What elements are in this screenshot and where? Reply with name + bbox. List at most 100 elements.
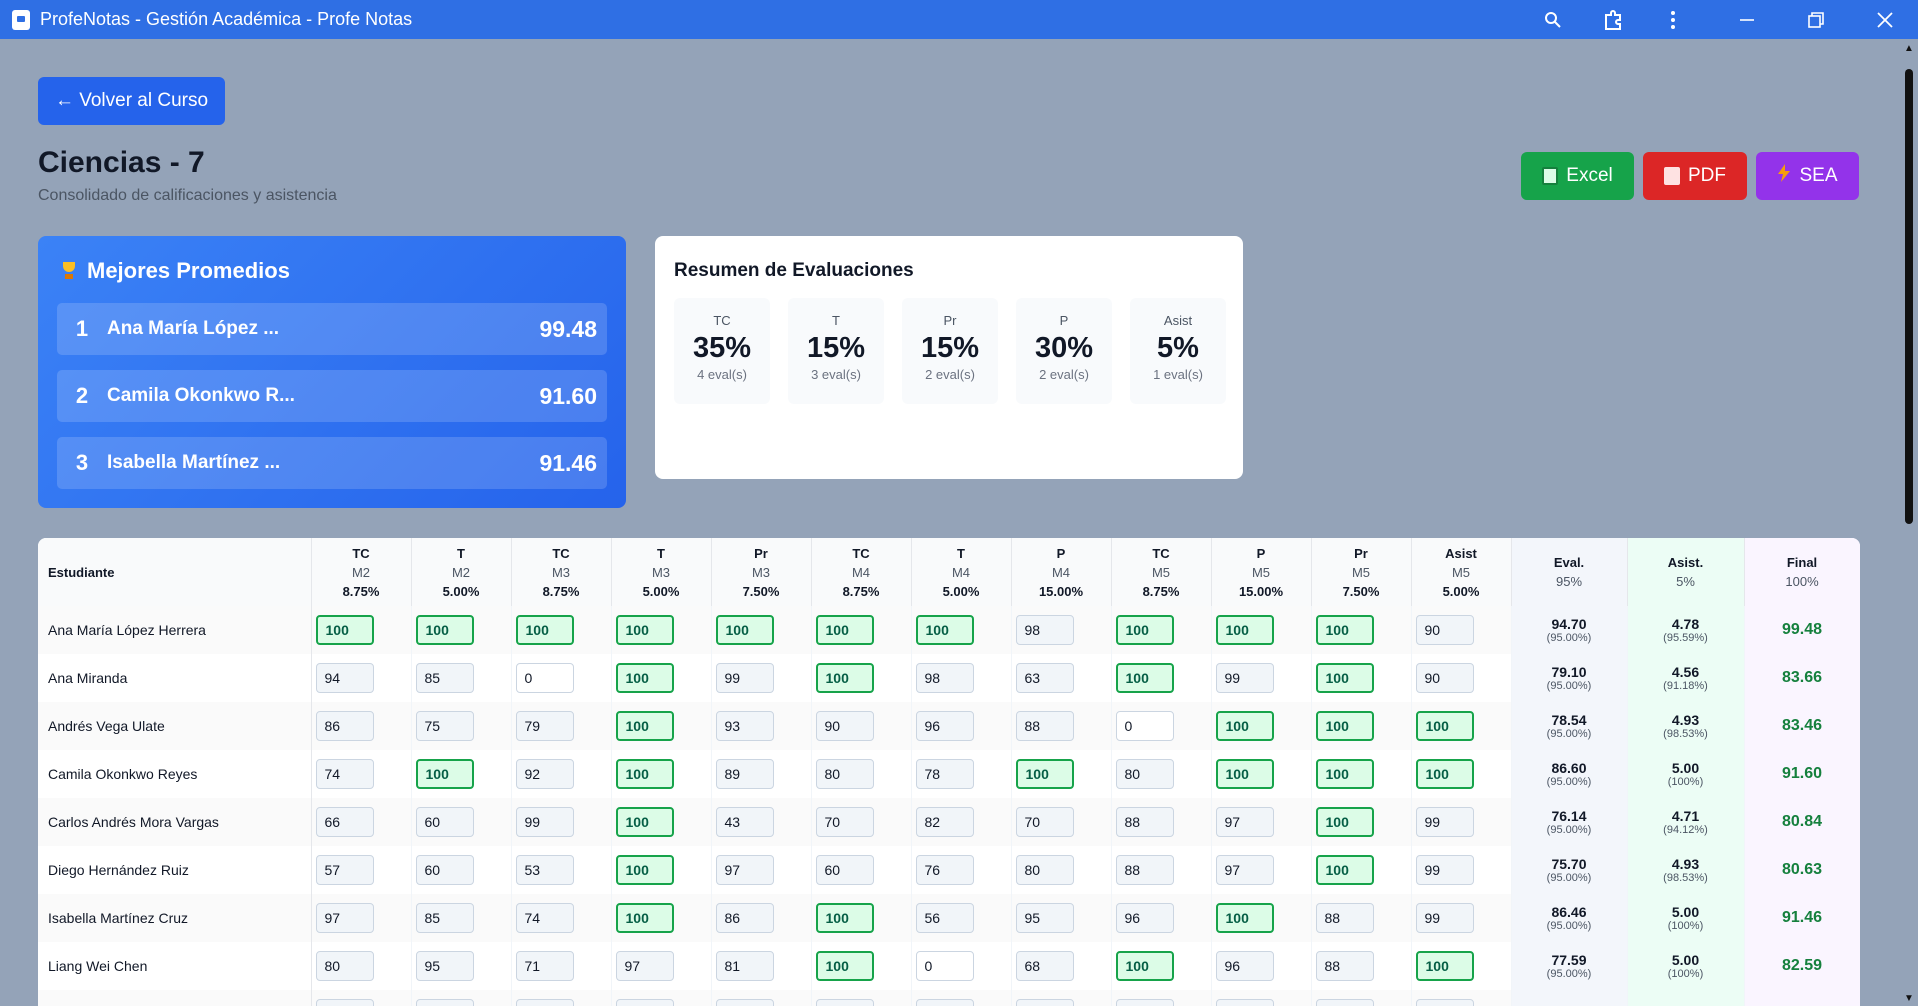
grade-input[interactable]: 100 [1215, 759, 1274, 789]
grade-input[interactable]: 89 [715, 759, 774, 789]
grade-input[interactable] [1215, 999, 1274, 1006]
grade-column-header[interactable]: T M2 5.00% [411, 538, 512, 606]
grade-input[interactable]: 82 [915, 807, 974, 837]
grade-input[interactable]: 80 [315, 951, 374, 981]
grade-input[interactable]: 88 [1315, 951, 1374, 981]
grade-input[interactable]: 100 [615, 759, 674, 789]
scroll-down-icon[interactable]: ▼ [1904, 993, 1914, 1004]
grade-input[interactable] [315, 999, 374, 1006]
grade-input[interactable]: 100 [1315, 711, 1374, 741]
grade-input[interactable]: 88 [1115, 855, 1174, 885]
grade-column-header[interactable]: TC M4 8.75% [811, 538, 912, 606]
grade-input[interactable]: 100 [1315, 807, 1374, 837]
grade-input[interactable]: 99 [1415, 807, 1474, 837]
grade-input[interactable]: 96 [1115, 903, 1174, 933]
grade-input[interactable]: 100 [915, 615, 974, 645]
grade-input[interactable]: 100 [815, 663, 874, 693]
grade-input[interactable]: 97 [615, 951, 674, 981]
grade-input[interactable]: 100 [1315, 759, 1374, 789]
vertical-scrollbar[interactable]: ▲ ▼ [1900, 39, 1918, 1006]
grade-input[interactable]: 60 [415, 807, 474, 837]
grade-input[interactable]: 75 [415, 711, 474, 741]
grade-input[interactable]: 100 [1415, 711, 1474, 741]
grade-input[interactable]: 93 [715, 711, 774, 741]
grade-input[interactable]: 81 [715, 951, 774, 981]
grade-input[interactable]: 99 [515, 807, 574, 837]
grade-input[interactable]: 92 [515, 759, 574, 789]
grade-input[interactable]: 100 [1215, 711, 1274, 741]
grade-input[interactable] [1315, 999, 1374, 1006]
grade-input[interactable]: 98 [1015, 615, 1074, 645]
grade-input[interactable]: 98 [915, 663, 974, 693]
grade-input[interactable]: 71 [515, 951, 574, 981]
grade-input[interactable]: 100 [715, 615, 774, 645]
grade-input[interactable]: 86 [315, 711, 374, 741]
grade-column-header[interactable]: TC M3 8.75% [511, 538, 612, 606]
back-to-course-button[interactable]: ← Volver al Curso [38, 77, 225, 125]
export-sea-button[interactable]: SEA [1756, 152, 1859, 200]
grade-input[interactable]: 68 [1015, 951, 1074, 981]
grade-input[interactable]: 97 [1215, 855, 1274, 885]
restore-icon[interactable] [1793, 0, 1839, 39]
grade-input[interactable]: 96 [1215, 951, 1274, 981]
minimize-icon[interactable] [1724, 0, 1770, 39]
grade-input[interactable]: 43 [715, 807, 774, 837]
grade-input[interactable]: 99 [1415, 903, 1474, 933]
grade-input[interactable] [1415, 999, 1474, 1006]
grade-input[interactable]: 78 [915, 759, 974, 789]
grade-input[interactable]: 100 [1215, 615, 1274, 645]
grade-input[interactable] [1115, 999, 1174, 1006]
extensions-icon[interactable] [1590, 0, 1636, 39]
grade-input[interactable]: 100 [1415, 951, 1474, 981]
grade-input[interactable]: 88 [1115, 807, 1174, 837]
grade-input[interactable]: 100 [415, 615, 474, 645]
grade-input[interactable]: 100 [1215, 903, 1274, 933]
close-icon[interactable] [1862, 0, 1908, 39]
grade-input[interactable]: 100 [1315, 663, 1374, 693]
grade-input[interactable]: 57 [315, 855, 374, 885]
grade-input[interactable]: 56 [915, 903, 974, 933]
grade-input[interactable]: 88 [1015, 711, 1074, 741]
grade-input[interactable]: 0 [1115, 711, 1174, 741]
grade-input[interactable]: 100 [515, 615, 574, 645]
grade-input[interactable] [515, 999, 574, 1006]
more-icon[interactable] [1650, 0, 1696, 39]
grade-input[interactable]: 86 [715, 903, 774, 933]
grade-input[interactable]: 100 [615, 807, 674, 837]
grade-column-header[interactable]: P M4 15.00% [1011, 538, 1112, 606]
grade-column-header[interactable]: T M4 5.00% [911, 538, 1012, 606]
grade-input[interactable]: 63 [1015, 663, 1074, 693]
grade-input[interactable] [415, 999, 474, 1006]
grade-input[interactable]: 76 [915, 855, 974, 885]
grade-input[interactable]: 96 [915, 711, 974, 741]
grade-input[interactable]: 85 [415, 663, 474, 693]
grade-input[interactable]: 60 [415, 855, 474, 885]
grade-input[interactable] [815, 999, 874, 1006]
grade-input[interactable]: 99 [1215, 663, 1274, 693]
grade-input[interactable]: 100 [815, 615, 874, 645]
grade-input[interactable]: 95 [1015, 903, 1074, 933]
grade-input[interactable]: 100 [1315, 615, 1374, 645]
grade-input[interactable] [1015, 999, 1074, 1006]
grade-input[interactable]: 66 [315, 807, 374, 837]
grade-input[interactable]: 90 [815, 711, 874, 741]
grade-input[interactable]: 53 [515, 855, 574, 885]
grade-input[interactable]: 100 [815, 903, 874, 933]
grade-input[interactable]: 100 [1415, 759, 1474, 789]
grade-input[interactable]: 95 [415, 951, 474, 981]
grade-input[interactable]: 99 [1415, 855, 1474, 885]
grade-input[interactable]: 70 [1015, 807, 1074, 837]
grade-input[interactable]: 100 [1115, 951, 1174, 981]
scroll-up-icon[interactable]: ▲ [1904, 43, 1914, 54]
zoom-icon[interactable] [1530, 0, 1576, 39]
grade-input[interactable]: 100 [415, 759, 474, 789]
grade-input[interactable]: 90 [1415, 615, 1474, 645]
grade-input[interactable]: 97 [315, 903, 374, 933]
grade-input[interactable]: 100 [615, 615, 674, 645]
grade-input[interactable]: 88 [1315, 903, 1374, 933]
grade-input[interactable]: 70 [815, 807, 874, 837]
grade-input[interactable]: 100 [1315, 855, 1374, 885]
grade-input[interactable] [715, 999, 774, 1006]
grade-input[interactable] [615, 999, 674, 1006]
grade-column-header[interactable]: TC M2 8.75% [311, 538, 412, 606]
